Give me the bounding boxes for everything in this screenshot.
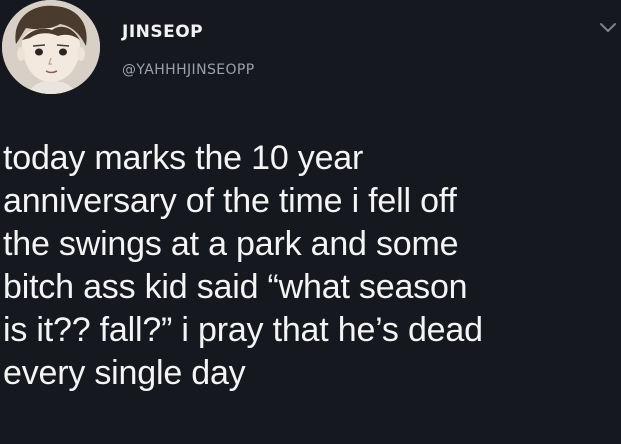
tweet-line: the swings at a park and some [3,225,459,263]
avatar[interactable] [2,0,100,94]
tweet-line: today marks the 10 year [3,139,364,177]
tweet-card: JINSEOP @YAHHHJINSEOPP today marks the 1… [0,0,621,444]
tweet-line: every single day [3,354,246,392]
cartoon-boy-avatar-icon [2,0,100,94]
tweet-line: anniversary of the time i fell off [3,182,457,220]
tweet-text: today marks the 10 year anniversary of t… [3,137,618,395]
tweet-line: is it?? fall?” i pray that he’s dead [3,311,483,349]
display-name[interactable]: JINSEOP [122,22,203,42]
chevron-down-icon[interactable] [598,20,618,34]
user-handle[interactable]: @YAHHHJINSEOPP [122,62,255,78]
tweet-line: bitch ass kid said “what season [3,268,468,306]
